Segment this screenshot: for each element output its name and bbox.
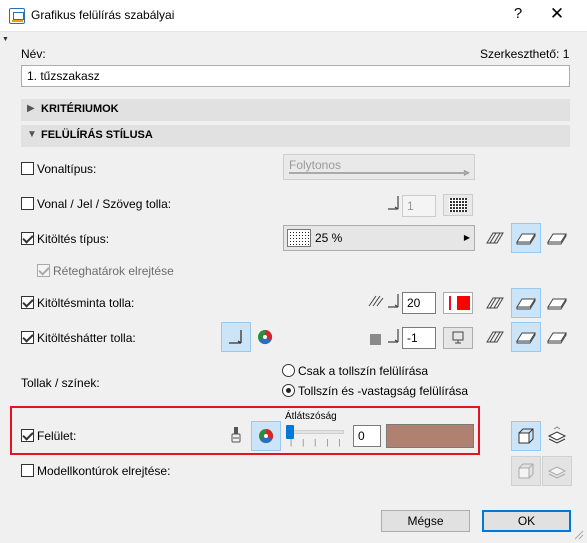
fill-cover-button[interactable]: [542, 223, 572, 253]
fillpen-drafting-button[interactable]: [480, 288, 510, 318]
section-override-style[interactable]: ▼ FELÜLÍRÁS STÍLUSA: [21, 125, 570, 147]
model-contours-label: Modellkontúrok elrejtése:: [37, 464, 171, 478]
cover-fill-icon: [547, 298, 567, 310]
cut-fill-icon: [516, 233, 536, 245]
bgpen-color-button[interactable]: [443, 327, 473, 349]
model-contour-button-2[interactable]: [542, 456, 572, 486]
ok-button[interactable]: OK: [482, 510, 571, 532]
slider-ticks: |||||: [290, 438, 351, 447]
fill-drafting-button[interactable]: [480, 223, 510, 253]
name-label: Név:: [21, 47, 46, 61]
linepen-color-button[interactable]: [443, 194, 473, 216]
drafting-fill-icon: [486, 297, 504, 309]
color-wheel-icon[interactable]: [256, 328, 274, 346]
surface-checkbox[interactable]: [21, 429, 34, 442]
drafting-fill-icon: [486, 232, 504, 244]
surface-color-picker-button[interactable]: [251, 421, 281, 451]
fill-cut-button[interactable]: [511, 223, 541, 253]
cancel-button[interactable]: Mégse: [381, 510, 470, 532]
hide-layer-borders-label: Réteghatárok elrejtése: [53, 264, 174, 278]
background-color-swatch: [370, 334, 381, 345]
editable-count: Szerkeszthető: 1: [480, 47, 570, 61]
surface-layers-icon: [547, 426, 567, 444]
fillpen-label: Kitöltésminta tolla:: [37, 296, 135, 310]
transparency-label: Átlátszóság: [285, 411, 337, 422]
layers-icon: [547, 466, 567, 479]
section-criteria[interactable]: ▶ KRITÉRIUMOK: [21, 99, 570, 121]
pen-color-bar: [449, 296, 451, 310]
bgpen-cut-button[interactable]: [511, 322, 541, 352]
linetype-value: Folytonos: [289, 158, 342, 172]
solid-line-icon: [289, 172, 467, 174]
transparency-slider-thumb[interactable]: [286, 425, 294, 439]
help-button[interactable]: ?: [511, 5, 525, 22]
fillpen-number[interactable]: 20: [402, 292, 436, 314]
cube-icon: [518, 463, 534, 479]
monitor-icon: [452, 331, 464, 344]
bgpen-drafting-button[interactable]: [480, 322, 510, 352]
surface-pick-button[interactable]: [542, 421, 572, 451]
cover-fill-icon: [547, 332, 567, 344]
pens-colors-label: Tollak / színek:: [21, 376, 100, 390]
drafting-fill-icon: [486, 331, 504, 343]
pen-icon: [388, 196, 399, 210]
fillpen-checkbox[interactable]: [21, 296, 34, 309]
linepen-label: Vonal / Jel / Szöveg tolla:: [37, 197, 172, 211]
surface-label: Felület:: [37, 429, 77, 443]
pen-color-swatch: [457, 296, 470, 310]
bgpen-cover-button[interactable]: [542, 322, 572, 352]
dropdown-marker-icon: ▼: [2, 36, 9, 43]
name-input[interactable]: 1. tűzszakasz: [21, 65, 570, 87]
pen-icon: [229, 330, 242, 344]
transparency-input[interactable]: 0: [353, 425, 381, 447]
pen-color-weight-label: Tollszín és -vastagság felülírása: [298, 384, 469, 398]
pen-color-weight-radio[interactable]: [282, 384, 295, 397]
collapse-triangle-icon: ▼: [27, 129, 37, 140]
filltype-checkbox[interactable]: [21, 232, 34, 245]
hatch-pattern-icon: [449, 198, 467, 212]
resize-grip-icon[interactable]: [573, 529, 585, 541]
surface-color-swatch[interactable]: [386, 424, 474, 448]
color-wheel-icon: [259, 428, 274, 444]
fillpen-cover-button[interactable]: [542, 288, 572, 318]
bgpen-number[interactable]: -1: [402, 327, 436, 349]
bgpen-pen-button[interactable]: [221, 322, 251, 352]
linetype-label: Vonaltípus:: [37, 162, 97, 176]
linetype-dropdown[interactable]: Folytonos ▶: [283, 154, 475, 180]
app-icon: [9, 8, 25, 24]
filltype-dropdown[interactable]: 25 % ▶: [283, 225, 475, 251]
cut-fill-icon: [516, 298, 536, 310]
fillpen-color-button[interactable]: [443, 292, 473, 314]
paint-brush-icon: [231, 427, 241, 443]
filltype-value: 25 %: [315, 231, 343, 245]
model-contours-checkbox[interactable]: [21, 464, 34, 477]
hatch-icon: [368, 295, 384, 307]
pen-icon: [388, 329, 399, 343]
pen-color-only-label: Csak a tollszín felülírása: [298, 364, 429, 378]
fillpen-cut-button[interactable]: [511, 288, 541, 318]
bgpen-checkbox[interactable]: [21, 331, 34, 344]
linepen-number[interactable]: 1: [402, 195, 436, 217]
cut-fill-icon: [516, 332, 536, 344]
section-style-label: FELÜLÍRÁS STÍLUSA: [41, 129, 153, 141]
pen-color-only-radio[interactable]: [282, 364, 295, 377]
window-title: Grafikus felülírás szabályai: [31, 8, 175, 22]
fill-pattern-icon: [287, 229, 311, 247]
hide-layer-borders-checkbox[interactable]: [37, 264, 50, 277]
transparency-slider[interactable]: [288, 430, 344, 434]
cover-fill-icon: [547, 233, 567, 245]
linepen-checkbox[interactable]: [21, 197, 34, 210]
bgpen-label: Kitöltéshátter tolla:: [37, 331, 136, 345]
pen-icon: [388, 294, 399, 308]
surface-cube-icon: [518, 428, 534, 444]
filltype-label: Kitöltés típus:: [37, 232, 110, 246]
surface-override-button[interactable]: [511, 421, 541, 451]
model-contour-button-1[interactable]: [511, 456, 541, 486]
section-criteria-label: KRITÉRIUMOK: [41, 103, 119, 115]
close-button[interactable]: ✕: [548, 4, 566, 24]
chevron-right-icon: ▶: [463, 233, 470, 242]
expand-triangle-icon: ▶: [27, 103, 35, 114]
linetype-checkbox[interactable]: [21, 162, 34, 175]
